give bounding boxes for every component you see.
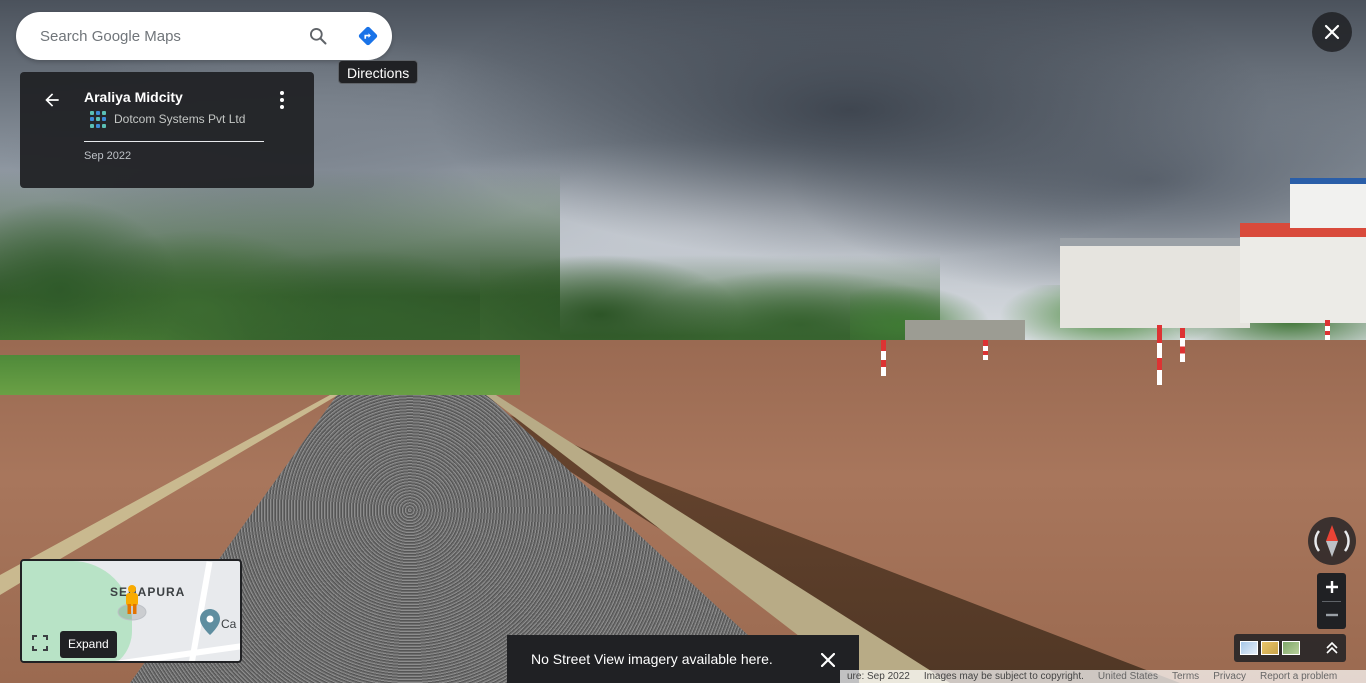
report-problem-link[interactable]: Report a problem [1253, 671, 1344, 682]
no-imagery-toast: No Street View imagery available here. [507, 635, 859, 683]
provider-name: Dotcom Systems Pvt Ltd [114, 112, 246, 126]
map-poi-label: Ca [221, 617, 237, 631]
directions-button[interactable] [352, 20, 384, 52]
copyright-notice: Images may be subject to copyright. [923, 671, 1084, 682]
grass-strip [0, 355, 520, 395]
search-box [16, 12, 392, 60]
search-icon [310, 28, 327, 45]
house [1060, 238, 1250, 328]
expand-map-button[interactable] [28, 631, 52, 655]
back-button[interactable] [38, 86, 66, 114]
minus-icon [1325, 613, 1338, 617]
house [1240, 223, 1366, 323]
close-icon [1324, 24, 1340, 40]
place-title: Araliya Midcity [84, 89, 183, 105]
mini-map[interactable]: SENAPURA Ca [20, 559, 242, 663]
provider-logo-icon [90, 110, 106, 128]
marker-post [881, 340, 886, 376]
plus-icon [1325, 581, 1338, 593]
zoom-in-button[interactable] [1317, 573, 1346, 601]
region-link[interactable]: United States [1091, 671, 1165, 682]
privacy-link[interactable]: Privacy [1206, 671, 1253, 682]
marker-post [983, 340, 988, 360]
capture-info: ure: Sep 2022 [847, 671, 910, 682]
toast-message: No Street View imagery available here. [531, 651, 773, 667]
pegman-icon [117, 585, 147, 621]
divider [84, 141, 264, 142]
marker-post [1157, 325, 1162, 385]
imagery-provider[interactable]: Dotcom Systems Pvt Ltd [90, 110, 245, 128]
directions-icon [358, 26, 378, 46]
close-street-view-button[interactable] [1312, 12, 1352, 52]
attribution-bar: ure: Sep 2022 Images may be subject to c… [840, 670, 1366, 683]
compass[interactable] [1308, 517, 1356, 565]
marker-post [1325, 320, 1330, 340]
zoom-control [1317, 573, 1346, 629]
more-options-button[interactable] [270, 86, 294, 114]
houses [1060, 178, 1366, 348]
zoom-out-button[interactable] [1317, 601, 1346, 629]
house [1290, 178, 1366, 228]
layer-thumbnail[interactable] [1240, 641, 1258, 655]
map-pin-icon[interactable] [200, 609, 220, 635]
layer-thumbnail[interactable] [1261, 641, 1279, 655]
fullscreen-icon [32, 635, 48, 651]
search-input[interactable] [40, 27, 290, 45]
more-vert-icon [280, 91, 284, 109]
expand-tooltip: Expand [60, 631, 117, 658]
chevron-up-icon [1326, 641, 1338, 654]
marker-post [1180, 328, 1185, 362]
compass-icon [1314, 525, 1350, 557]
dismiss-toast-button[interactable] [815, 647, 841, 673]
close-icon [821, 653, 835, 667]
place-info-card: Araliya Midcity Dotcom Systems Pvt Ltd S… [20, 72, 314, 188]
layers-toggle[interactable] [1234, 634, 1346, 662]
capture-date[interactable]: Sep 2022 [84, 150, 131, 162]
arrow-back-icon [45, 93, 59, 107]
directions-tooltip: Directions [338, 60, 419, 84]
search-button[interactable] [302, 20, 334, 52]
terms-link[interactable]: Terms [1165, 671, 1206, 682]
layer-thumbnail[interactable] [1282, 641, 1300, 655]
